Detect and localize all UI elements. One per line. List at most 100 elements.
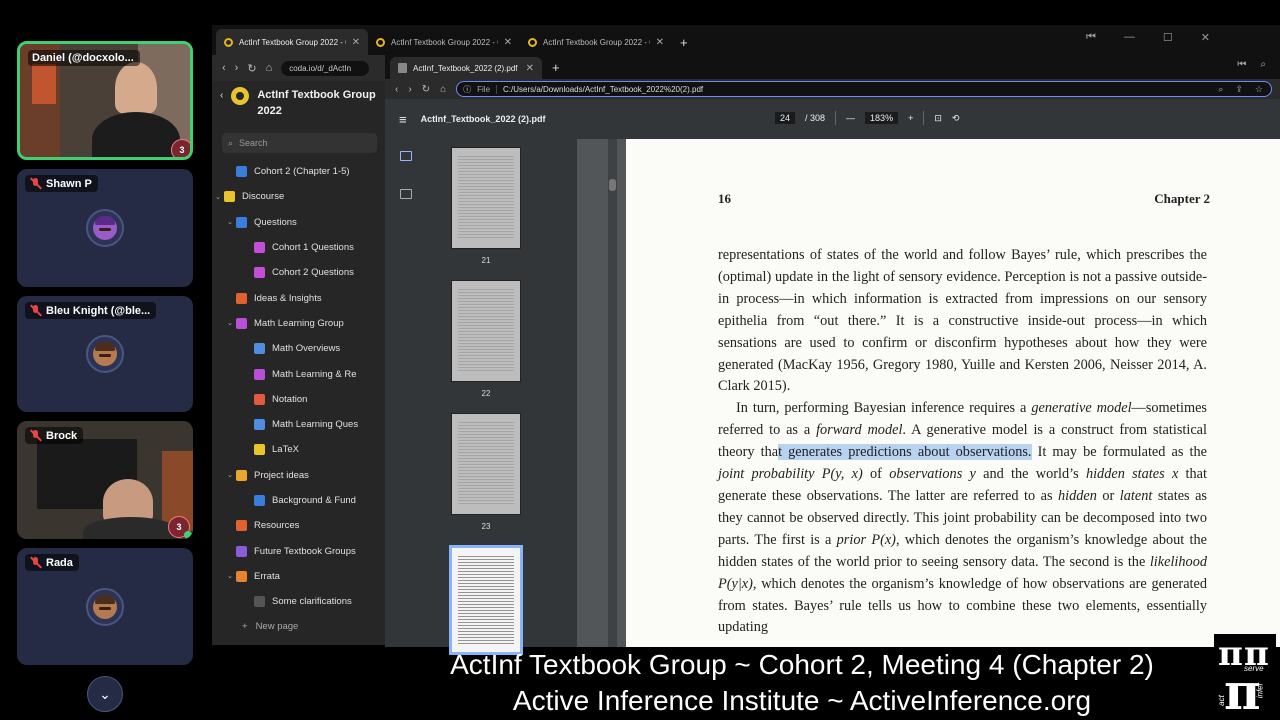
browser-tab[interactable]: ActInf Textbook Group 2022 - Coda ✕ [216, 29, 368, 55]
outline-icon[interactable] [400, 189, 412, 199]
tab-bar: ActInf_Textbook_2022 (2).pdf ✕ + ⏮ ⌕ [385, 53, 1280, 79]
page-thumbnail-selected[interactable] [449, 545, 523, 655]
share-icon[interactable]: ⇪ [1235, 84, 1243, 95]
page-icon [236, 166, 247, 178]
sidebar-item[interactable]: Some clarifications [212, 589, 387, 614]
participant-name-tag: Shawn P [25, 175, 98, 192]
thumbnail-scrollbar[interactable] [608, 139, 617, 647]
reload-icon[interactable]: ↻ [247, 62, 256, 75]
sidebar-item[interactable]: Future Textbook Groups [212, 538, 387, 563]
sidebar-item[interactable]: LaTeX [212, 437, 387, 462]
thumbnail-content [458, 422, 514, 506]
url-field[interactable]: ⓘ File C:/Users/a/Downloads/ActInf_Textb… [456, 81, 1272, 97]
participant-tile-bleu[interactable]: Bleu Knight (@ble... [17, 296, 193, 412]
url-field[interactable]: coda.io/d/_dActIn [281, 60, 370, 76]
new-page-label: New page [255, 621, 299, 633]
sidebar-item[interactable]: Cohort 2 (Chapter 1-5) [212, 159, 387, 184]
bookmark-icon[interactable]: ☆ [1255, 84, 1263, 95]
minimize-icon[interactable]: — [1124, 31, 1135, 44]
text-selection-highlight[interactable]: t generates predictions about observatio… [778, 444, 1032, 461]
url-scheme-label: File [477, 84, 498, 94]
zoom-out-button[interactable]: — [846, 113, 855, 123]
sidebar-item[interactable]: Notation [212, 387, 387, 412]
sidebar-item[interactable]: Cohort 2 Questions [212, 260, 387, 285]
sidebar-item[interactable]: ⌄ Errata [212, 564, 387, 589]
reload-icon[interactable]: ↻ [422, 84, 430, 95]
close-window-icon[interactable]: ✕ [1201, 31, 1210, 44]
sidebar-item[interactable]: Background & Fund [212, 488, 387, 513]
address-bar: ‹ › ↻ ⌂ ⓘ File C:/Users/a/Downloads/ActI… [385, 79, 1280, 99]
participant-tile-brock[interactable]: Brock 3 [17, 421, 193, 539]
chevron-down-icon[interactable]: ⌄ [224, 471, 236, 479]
close-icon[interactable]: ✕ [352, 37, 360, 48]
pdf-file-name: ActInf_Textbook_2022 (2).pdf [420, 114, 546, 124]
sidebar-item-label: Background & Fund [272, 495, 356, 506]
forward-icon[interactable]: › [235, 62, 239, 74]
forward-icon[interactable]: › [408, 84, 411, 95]
sidebar-item-label: Math Learning Ques [272, 419, 359, 431]
plus-icon: + [242, 621, 248, 633]
chevron-down-icon[interactable]: ⌄ [224, 319, 236, 327]
page-icon [254, 343, 265, 355]
thumbnail-panel: 21 22 23 [427, 139, 617, 655]
sidebar-item[interactable]: Ideas & Insights [212, 285, 387, 310]
menu-icon[interactable]: ≡ [399, 112, 407, 127]
sidebar-item[interactable]: ⌄ Project ideas [212, 463, 387, 488]
participant-name-tag: Rada [25, 554, 79, 571]
participant-tile-shawn[interactable]: Shawn P [17, 169, 193, 287]
sidebar-item[interactable]: ⌄ Discourse [212, 184, 387, 209]
sidebar-item[interactable]: Math Learning Ques [212, 412, 387, 437]
sidebar-item[interactable]: Cohort 1 Questions [212, 235, 387, 260]
maximize-icon[interactable]: ☐ [1163, 31, 1173, 44]
chevron-down-icon[interactable]: ⌄ [224, 218, 236, 226]
chevron-down-icon[interactable]: ⌄ [212, 193, 224, 201]
page-thumbnail[interactable] [451, 280, 521, 382]
fit-page-icon[interactable]: ⊡ [934, 113, 942, 124]
tab-title: ActInf Textbook Group 2022 - Coda [543, 37, 650, 47]
scroll-down-button[interactable]: ⌄ [87, 676, 123, 712]
sidebar-item-label: LaTeX [272, 444, 299, 456]
participant-tile-daniel[interactable]: Daniel (@docxolo... 3 [17, 41, 193, 160]
zoom-in-button[interactable]: + [908, 113, 913, 123]
text-run: In turn, performing Bayesian inference r… [736, 400, 1032, 417]
thumbnails-icon[interactable] [400, 151, 412, 161]
browser-tab[interactable]: ActInf Textbook Group 2022 - Coda ✕ [368, 29, 520, 55]
participant-tile-rada[interactable]: Rada [17, 548, 193, 665]
chevron-down-icon[interactable]: ⌄ [224, 572, 236, 580]
home-icon[interactable]: ⌂ [266, 62, 273, 74]
sidebar-item[interactable]: ⌄ Math Learning Group [212, 311, 387, 336]
tab-title: ActInf_Textbook_2022 (2).pdf [413, 63, 518, 73]
zoom-level[interactable]: 183% [865, 112, 899, 124]
close-icon[interactable]: ✕ [504, 37, 512, 48]
search-input[interactable]: ⌕ Search [222, 133, 377, 153]
media-icon[interactable]: ⏮ [1086, 31, 1096, 44]
page-icon [236, 469, 247, 481]
page-thumbnail[interactable] [451, 413, 521, 515]
media-icon[interactable]: ⏮ [1237, 59, 1246, 70]
back-icon[interactable]: ‹ [222, 62, 226, 74]
new-page-button[interactable]: + New page [212, 614, 387, 639]
participant-name: Shawn P [46, 177, 92, 190]
collapse-icon[interactable]: ‹ [220, 90, 223, 101]
sidebar-item[interactable]: Resources [212, 513, 387, 538]
zoom-icon[interactable]: ⌕ [1218, 84, 1223, 95]
rotate-icon[interactable]: ⟲ [952, 113, 960, 124]
caption-line-1: ActInf Textbook Group ~ Cohort 2, Meetin… [450, 649, 1154, 680]
back-icon[interactable]: ‹ [395, 84, 398, 95]
sidebar-item[interactable]: ⌄ Questions [212, 210, 387, 235]
avatar-face [93, 216, 117, 240]
browser-tab[interactable]: ActInf_Textbook_2022 (2).pdf ✕ [390, 57, 542, 79]
sidebar-item[interactable]: Math Learning & Re [212, 361, 387, 386]
mic-muted-icon [29, 429, 42, 442]
search-icon[interactable]: ⌕ [1260, 59, 1266, 70]
page-number-input[interactable]: 24 [775, 112, 796, 124]
new-tab-button[interactable]: + [680, 35, 688, 50]
page-thumbnail[interactable] [451, 147, 521, 249]
home-icon[interactable]: ⌂ [440, 84, 446, 95]
close-icon[interactable]: ✕ [656, 37, 664, 48]
close-icon[interactable]: ✕ [526, 63, 534, 74]
new-tab-button[interactable]: + [552, 60, 560, 75]
avatar-face [93, 594, 117, 619]
sidebar-item[interactable]: Math Overviews [212, 336, 387, 361]
browser-tab[interactable]: ActInf Textbook Group 2022 - Coda ✕ [520, 29, 672, 55]
